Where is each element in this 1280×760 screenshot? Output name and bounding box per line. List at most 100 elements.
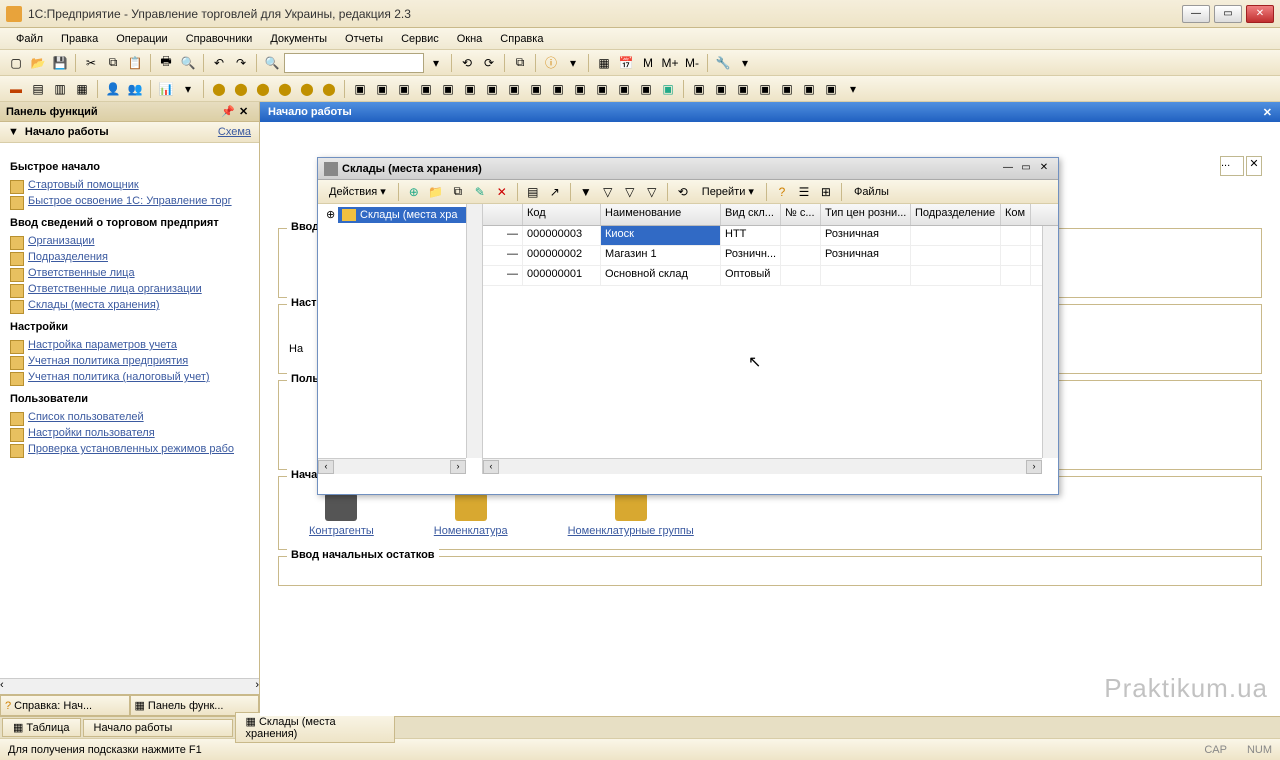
menu-documents[interactable]: Документы	[262, 31, 335, 47]
tb2-16-icon[interactable]: ▣	[394, 79, 414, 99]
add-icon[interactable]: ⊕	[404, 182, 424, 202]
copy-item-icon[interactable]: ⧉	[448, 182, 468, 202]
paste-icon[interactable]: 📋	[125, 53, 145, 73]
filter2-icon[interactable]: ▽	[598, 182, 618, 202]
col-num[interactable]: № с...	[781, 204, 821, 225]
table-row[interactable]: — 000000001 Основной склад Оптовый	[483, 266, 1058, 286]
col-price[interactable]: Тип цен розни...	[821, 204, 911, 225]
calc-icon[interactable]: ▦	[594, 53, 614, 73]
lp-close-icon[interactable]: ✕	[239, 105, 253, 119]
lp-link-persons-org[interactable]: Ответственные лица организации	[28, 283, 249, 295]
grid-scroll-v[interactable]	[1042, 226, 1058, 458]
menu-edit[interactable]: Правка	[53, 31, 106, 47]
filter-icon[interactable]: ▼	[576, 182, 596, 202]
status-tab-table[interactable]: ▦Таблица	[2, 718, 81, 737]
help-icon[interactable]: ?	[772, 182, 792, 202]
tree-scroll-h[interactable]: ‹›	[318, 458, 466, 474]
goto-button[interactable]: Перейти ▾	[695, 182, 761, 201]
lp-link-params[interactable]: Настройка параметров учета	[28, 339, 249, 351]
table-row[interactable]: — 000000002 Магазин 1 Розничн... Розничн…	[483, 246, 1058, 266]
filter3-icon[interactable]: ▽	[620, 182, 640, 202]
tb2-27-icon[interactable]: ▣	[636, 79, 656, 99]
lp-link-orgs[interactable]: Организации	[28, 235, 249, 247]
tb2-33-icon[interactable]: ▣	[777, 79, 797, 99]
lp-link-accpolicy[interactable]: Учетная политика предприятия	[28, 355, 249, 367]
info-dropdown-icon[interactable]: ▾	[563, 53, 583, 73]
col-dept[interactable]: Подразделение	[911, 204, 1001, 225]
field-clear-button[interactable]: ✕	[1246, 156, 1262, 176]
status-tab-warehouses[interactable]: ▦Склады (места хранения)	[235, 712, 395, 743]
lp-pin-icon[interactable]: 📌	[221, 105, 235, 119]
col-name[interactable]: Наименование	[601, 204, 721, 225]
lp-link-warehouses[interactable]: Склады (места хранения)	[28, 299, 249, 311]
open-icon[interactable]: 📂	[28, 53, 48, 73]
actions-button[interactable]: Действия ▾	[322, 182, 393, 201]
menu-catalogs[interactable]: Справочники	[178, 31, 261, 47]
tb2-24-icon[interactable]: ▣	[570, 79, 590, 99]
info-icon[interactable]: ⓘ	[541, 53, 561, 73]
tb2-dropdown-icon[interactable]: ▾	[178, 79, 198, 99]
tb2-21-icon[interactable]: ▣	[504, 79, 524, 99]
lp-link-usersettings[interactable]: Настройки пользователя	[28, 427, 249, 439]
tb2-32-icon[interactable]: ▣	[755, 79, 775, 99]
search-dropdown-icon[interactable]: ▾	[426, 53, 446, 73]
lp-link-wizard[interactable]: Стартовый помощник	[28, 179, 249, 191]
field-browse-button[interactable]: ...	[1220, 156, 1244, 176]
tb2-8-icon[interactable]: ⬤	[209, 79, 229, 99]
files-button[interactable]: Файлы	[847, 183, 896, 201]
search-input[interactable]	[284, 53, 424, 73]
iw-minimize-button[interactable]: —	[1000, 162, 1016, 176]
preview-icon[interactable]: 🔍	[178, 53, 198, 73]
minimize-button[interactable]: —	[1182, 5, 1210, 23]
lp-scroll-h[interactable]: ‹ ›	[0, 678, 259, 694]
table-row[interactable]: — 000000003 Киоск НТТ Розничная	[483, 226, 1058, 246]
menu-windows[interactable]: Окна	[449, 31, 491, 47]
cut-icon[interactable]: ✂	[81, 53, 101, 73]
iw-maximize-button[interactable]: ▭	[1018, 162, 1034, 176]
tb2-30-icon[interactable]: ▣	[711, 79, 731, 99]
tb2-34-icon[interactable]: ▣	[799, 79, 819, 99]
delete-icon[interactable]: ✕	[492, 182, 512, 202]
copy-icon[interactable]: ⧉	[103, 53, 123, 73]
refresh2-icon[interactable]: ⟳	[479, 53, 499, 73]
tb2-6-icon[interactable]: 👥	[125, 79, 145, 99]
tb2-29-icon[interactable]: ▣	[689, 79, 709, 99]
search-icon[interactable]: 🔍	[262, 53, 282, 73]
m-plus-icon[interactable]: M+	[660, 53, 680, 73]
catalog-item-contragents[interactable]: Контрагенты	[309, 493, 374, 537]
print-icon[interactable]: 🖶	[156, 53, 176, 73]
save-icon[interactable]: 💾	[50, 53, 70, 73]
tb2-5-icon[interactable]: 👤	[103, 79, 123, 99]
col-type[interactable]: Вид скл...	[721, 204, 781, 225]
tb2-14-icon[interactable]: ▣	[350, 79, 370, 99]
lp-tab-help[interactable]: ?Справка: Нач...	[0, 695, 130, 716]
tree-root[interactable]: Склады (места хра	[338, 207, 480, 223]
tb2-23-icon[interactable]: ▣	[548, 79, 568, 99]
calendar-icon[interactable]: 📅	[616, 53, 636, 73]
copy2-icon[interactable]: ⧉	[510, 53, 530, 73]
tb2-9-icon[interactable]: ⬤	[231, 79, 251, 99]
lp-link-taxpolicy[interactable]: Учетная политика (налоговый учет)	[28, 371, 249, 383]
maximize-button[interactable]: ▭	[1214, 5, 1242, 23]
tb2-3-icon[interactable]: ▥	[50, 79, 70, 99]
m-icon[interactable]: M	[638, 53, 658, 73]
status-tab-start[interactable]: Начало работы	[83, 719, 233, 737]
tb2-13-icon[interactable]: ⬤	[319, 79, 339, 99]
tb2-10-icon[interactable]: ⬤	[253, 79, 273, 99]
tb2-18-icon[interactable]: ▣	[438, 79, 458, 99]
col-comment[interactable]: Ком	[1001, 204, 1031, 225]
tb2-dropdown2-icon[interactable]: ▾	[843, 79, 863, 99]
undo-icon[interactable]: ↶	[209, 53, 229, 73]
move-icon[interactable]: ↗	[545, 182, 565, 202]
new-icon[interactable]: ▢	[6, 53, 26, 73]
tb2-12-icon[interactable]: ⬤	[297, 79, 317, 99]
tb2-31-icon[interactable]: ▣	[733, 79, 753, 99]
tb2-15-icon[interactable]: ▣	[372, 79, 392, 99]
m-minus-icon[interactable]: M-	[682, 53, 702, 73]
col-code[interactable]: Код	[523, 204, 601, 225]
lp-link-userlist[interactable]: Список пользователей	[28, 411, 249, 423]
lp-scroll-right-icon[interactable]: ›	[255, 679, 259, 694]
tb2-25-icon[interactable]: ▣	[592, 79, 612, 99]
close-button[interactable]: ✕	[1246, 5, 1274, 23]
catalog-item-nomenclature[interactable]: Номенклатура	[434, 493, 508, 537]
